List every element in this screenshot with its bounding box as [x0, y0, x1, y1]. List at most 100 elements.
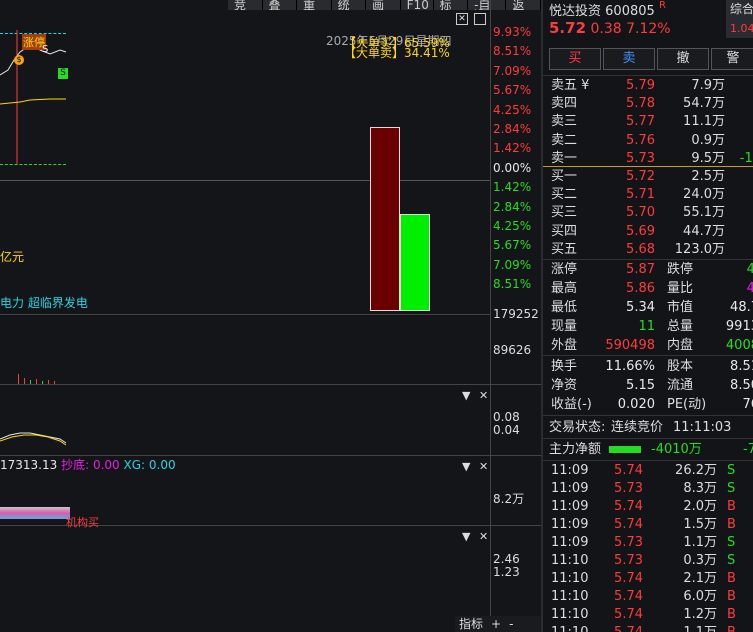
zoom-in-button[interactable]: +	[487, 616, 505, 632]
toolbar-button[interactable]: 竞价	[228, 0, 263, 10]
divider	[543, 75, 753, 76]
trade-row: 11:09 5.74 26.2万 S	[543, 462, 753, 480]
xg-value: XG: 0.00	[123, 458, 176, 472]
sell-marker-icon: $	[14, 55, 24, 65]
trade-side: S	[727, 535, 736, 550]
indicator3-value-b: 1.23	[493, 565, 520, 579]
buy-level-row[interactable]: 买四 5.69 44.7万	[543, 223, 753, 241]
sell-level-row[interactable]: 卖二 5.76 0.9万	[543, 132, 753, 150]
toolbar-button[interactable]: 画线	[366, 0, 401, 10]
pct-scale-label: 5.67%	[493, 83, 532, 98]
indicator2-header: 17313.13 抄底: 0.00 XG: 0.00	[0, 456, 176, 473]
trade-price: 5.74	[614, 499, 643, 514]
toolbar-button[interactable]: 标记	[433, 0, 469, 10]
toolbar-button[interactable]: 重播	[297, 0, 332, 10]
level-price: 5.71	[626, 187, 655, 203]
trade-volume: 1.1万	[683, 624, 717, 632]
quote-panel: 悦达投资 600805 R 5.72 0.38 7.12% 综合 1.04 买 …	[541, 0, 753, 632]
stat-value: 4008	[725, 338, 753, 353]
close-icon[interactable]: ✕	[479, 530, 488, 543]
pct-scale-label: 7.09%	[493, 257, 532, 272]
trade-side: S	[727, 481, 736, 496]
stat-value: 5.87	[626, 262, 655, 277]
trade-volume: 1.1万	[683, 535, 717, 550]
tab-composite[interactable]: 综合 1.04	[726, 0, 753, 38]
stat-value: 8.51	[730, 359, 753, 374]
yuan-label: 亿元	[0, 250, 25, 264]
trade-row: 11:10 5.74 1.1万 B	[543, 624, 753, 632]
level-label: 买二	[551, 187, 578, 203]
stat-label: 收益(-)	[551, 397, 592, 412]
trade-side: B	[727, 571, 736, 586]
chevron-down-icon[interactable]: ▼	[462, 530, 470, 543]
stock-name: 悦达投资	[549, 4, 602, 19]
sell-level-row[interactable]: 卖三 5.77 11.1万	[543, 113, 753, 131]
trade-time: 11:10	[551, 571, 589, 586]
stat-value: 48.7	[730, 300, 753, 315]
stat-label: 股本	[667, 359, 694, 374]
stat-value: 4.	[746, 281, 753, 296]
close-icon[interactable]: ✕	[479, 460, 488, 473]
trade-status-label: 交易状态:	[549, 420, 606, 435]
concept-text: 电力 超临界发电	[0, 296, 88, 310]
buy-level-row[interactable]: 买二 5.71 24.0万	[543, 186, 753, 204]
chevron-down-icon[interactable]: ▼	[462, 460, 470, 473]
trade-row: 11:10 5.74 2.1万 B	[543, 570, 753, 588]
level-price: 5.68	[626, 241, 655, 257]
pct-scale-label: 1.42%	[493, 141, 532, 156]
trade-price: 5.74	[614, 607, 643, 622]
buy-level-row[interactable]: 买五 5.68 123.0万	[543, 241, 753, 259]
buy-level-row[interactable]: 买三 5.70 55.1万	[543, 204, 753, 222]
level-label: 卖三	[551, 114, 578, 130]
trade-volume: 0.3万	[683, 553, 717, 568]
sell-button[interactable]: 卖	[603, 48, 655, 70]
stat-value: 9913	[725, 319, 753, 334]
divider	[543, 355, 753, 356]
stat-label: 最低	[551, 300, 578, 315]
alert-button[interactable]: 警	[711, 48, 753, 70]
stat-value: 11	[638, 319, 655, 334]
stat-value: 0.020	[617, 397, 655, 412]
chart-toolbar: 竞价叠加重播统计画线F10标记-自选返回	[228, 0, 541, 10]
indicator-button[interactable]: 指标	[455, 616, 487, 632]
stats2-row: 换手 11.66% 股本 8.51	[543, 358, 753, 376]
toolbar-button[interactable]: -自选	[468, 0, 507, 10]
stats-row: 最高 5.86 量比 4.	[543, 280, 753, 298]
intraday-chart-area[interactable]: 竞价叠加重播统计画线F10标记-自选返回 ✕ 涨停 $ S S 2025年5月2…	[0, 0, 541, 632]
divider	[543, 415, 753, 416]
stat-value: 5.86	[626, 281, 655, 296]
trade-status-time: 11:11:03	[673, 420, 732, 435]
close-icon[interactable]: ✕	[479, 389, 488, 402]
toolbar-button[interactable]: 叠加	[262, 0, 298, 10]
level-volume: 2.5万	[691, 169, 725, 184]
stat-label: 净资	[551, 378, 578, 393]
trade-price: 5.73	[614, 481, 643, 496]
trade-volume: 2.1万	[683, 571, 717, 586]
stat-label: 换手	[551, 359, 578, 374]
pct-scale-label: 5.67%	[493, 238, 532, 253]
toolbar-button[interactable]: F10	[400, 0, 434, 10]
trade-price: 5.74	[614, 517, 643, 532]
stat-label: 市值	[667, 300, 694, 315]
sell-marker: S	[42, 44, 49, 55]
level-label: 买五	[551, 241, 578, 257]
settings-icon[interactable]	[474, 13, 486, 25]
buy-button[interactable]: 买	[549, 48, 601, 70]
zoom-out-button[interactable]: -	[505, 616, 517, 632]
sell-level-row[interactable]: 卖五 ¥ 5.79 7.9万	[543, 77, 753, 95]
level-price: 5.72	[626, 169, 655, 184]
cancel-button[interactable]: 撤	[657, 48, 709, 70]
pct-scale-label: 2.84%	[493, 199, 532, 214]
trade-time: 11:09	[551, 535, 589, 550]
trade-row: 11:09 5.74 2.0万 B	[543, 498, 753, 516]
close-icon[interactable]: ✕	[456, 13, 468, 25]
buy-level-row[interactable]: 买一 5.72 2.5万	[543, 168, 753, 186]
toolbar-button[interactable]: 统计	[331, 0, 367, 10]
level-label: 买三	[551, 205, 578, 221]
toolbar-button[interactable]: 返回	[506, 0, 541, 10]
level-volume: 54.7万	[683, 96, 725, 112]
chevron-down-icon[interactable]: ▼	[462, 389, 470, 402]
net-flow-bar	[609, 446, 641, 453]
pct-scale-label: 0.00%	[493, 160, 532, 175]
sell-level-row[interactable]: 卖四 5.78 54.7万	[543, 95, 753, 113]
